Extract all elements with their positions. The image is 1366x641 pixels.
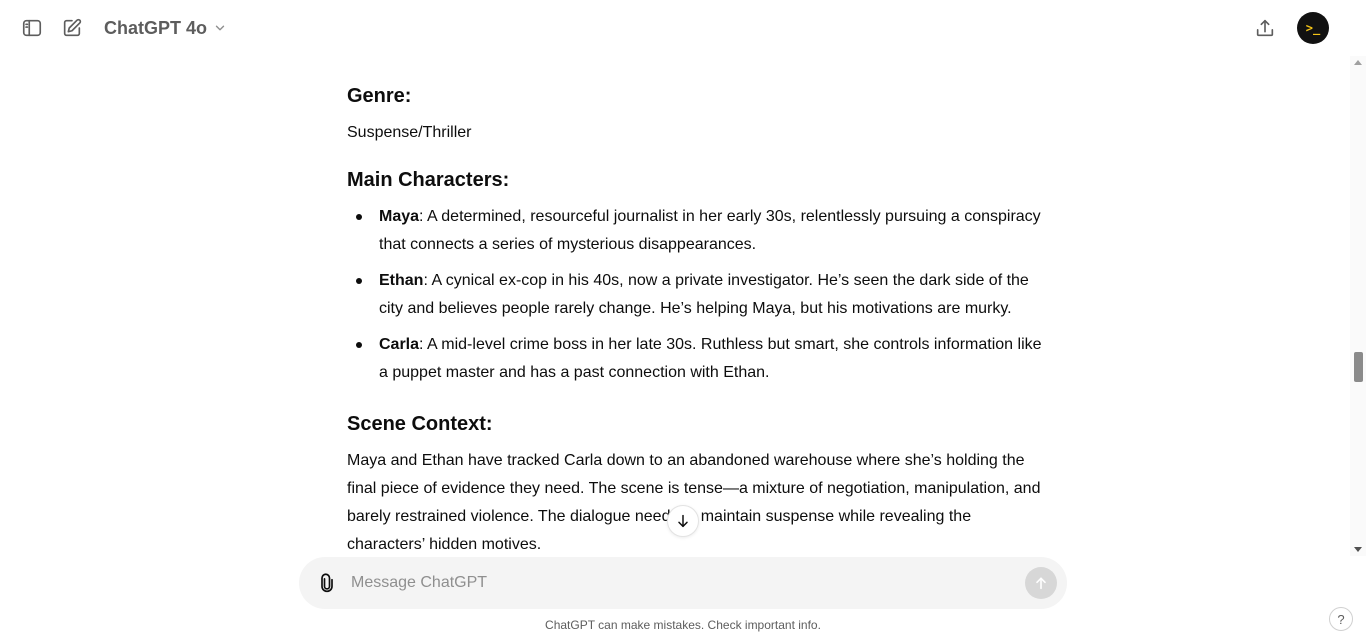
message-input[interactable] — [351, 571, 1011, 595]
scene-heading: Scene Context: — [347, 413, 493, 435]
scroll-down-arrow-icon[interactable] — [1354, 547, 1362, 552]
characters-list: Maya: A determined, resourceful journali… — [347, 203, 1053, 395]
sidebar-icon — [22, 19, 42, 37]
character-description: : A mid-level crime boss in her late 30s… — [379, 336, 1042, 381]
help-button[interactable]: ? — [1329, 607, 1353, 631]
edit-icon — [63, 18, 82, 37]
share-button[interactable] — [1249, 12, 1281, 44]
scrollbar-thumb[interactable] — [1354, 352, 1363, 382]
send-button[interactable] — [1025, 567, 1057, 599]
character-name: Ethan — [379, 272, 424, 289]
genre-heading: Genre: — [347, 85, 412, 107]
sidebar-toggle-button[interactable] — [16, 12, 48, 44]
genre-value: Suspense/Thriller — [347, 124, 472, 141]
character-description: : A determined, resourceful journalist i… — [379, 208, 1041, 253]
assistant-message: Genre: Suspense/Thriller Main Characters… — [347, 0, 1053, 556]
avatar[interactable]: >_ — [1297, 12, 1329, 44]
avatar-text: >_ — [1305, 21, 1321, 35]
model-name: ChatGPT 4o — [104, 17, 208, 38]
model-selector[interactable]: ChatGPT 4o — [104, 16, 227, 40]
chevron-down-icon — [215, 25, 225, 31]
attach-button[interactable] — [315, 571, 339, 595]
top-bar: ChatGPT 4o >_ — [0, 0, 1350, 56]
scrollbar[interactable] — [1350, 56, 1366, 556]
character-description: : A cynical ex-cop in his 40s, now a pri… — [379, 272, 1029, 317]
character-name: Carla — [379, 336, 420, 353]
scroll-up-arrow-icon[interactable] — [1354, 60, 1362, 65]
list-item: Carla: A mid-level crime boss in her lat… — [347, 331, 1053, 387]
help-icon: ? — [1337, 611, 1345, 627]
message-composer — [299, 557, 1067, 609]
list-item: Maya: A determined, resourceful journali… — [347, 203, 1053, 259]
new-chat-button[interactable] — [56, 12, 88, 44]
paperclip-icon — [321, 573, 333, 593]
scroll-to-bottom-button[interactable] — [667, 505, 699, 537]
disclaimer-text: ChatGPT can make mistakes. Check importa… — [545, 618, 821, 632]
characters-heading: Main Characters: — [347, 169, 510, 191]
arrow-up-icon — [1036, 577, 1046, 590]
character-name: Maya — [379, 208, 420, 225]
share-icon — [1256, 19, 1274, 37]
scene-text: Maya and Ethan have tracked Carla down t… — [347, 452, 1041, 553]
arrow-down-icon — [678, 514, 688, 528]
list-item: Ethan: A cynical ex-cop in his 40s, now … — [347, 267, 1053, 323]
